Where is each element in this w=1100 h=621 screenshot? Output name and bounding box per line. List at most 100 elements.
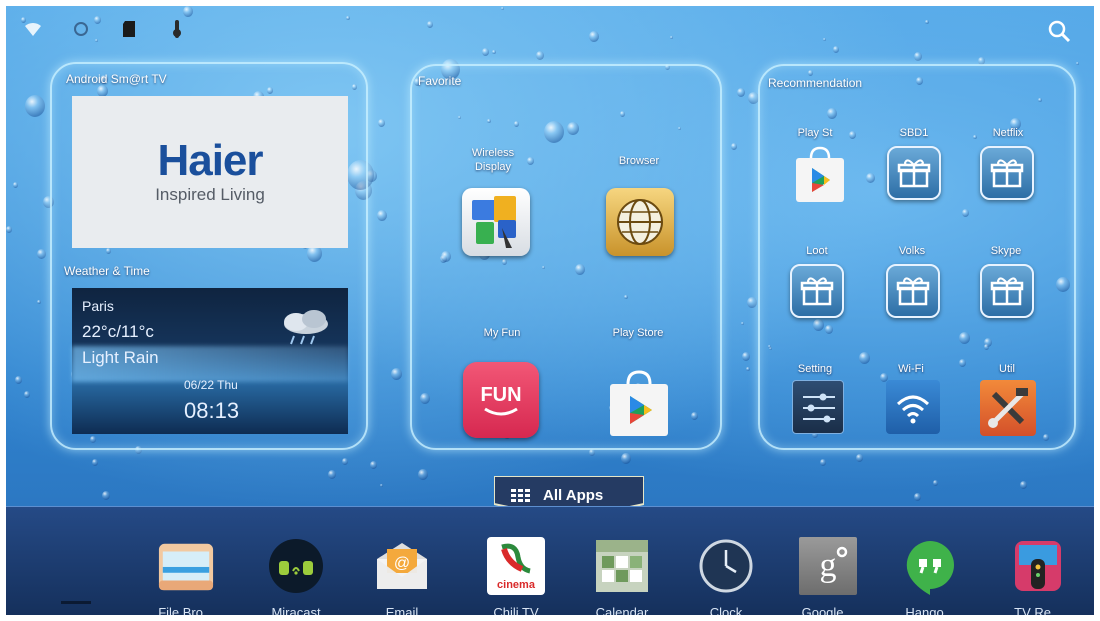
water-drop bbox=[914, 52, 922, 61]
weather-city: Paris bbox=[82, 298, 114, 314]
sd-card-icon bbox=[118, 18, 140, 40]
weather-date: 06/22 Thu bbox=[184, 378, 238, 392]
tools-icon bbox=[980, 380, 1036, 436]
app-label: Volks bbox=[898, 245, 926, 257]
water-drop bbox=[13, 182, 18, 188]
fun-icon: FUN bbox=[463, 362, 539, 438]
water-drop bbox=[370, 461, 377, 469]
chili-tv-icon-text: cinema bbox=[497, 579, 535, 591]
dock-item-miracast[interactable]: Miracast bbox=[256, 537, 336, 615]
app-label: Play St bbox=[797, 127, 833, 139]
wireless-display-icon bbox=[462, 188, 530, 256]
dock-item-hangouts[interactable]: Hango... bbox=[890, 537, 970, 615]
browser-globe-icon bbox=[606, 188, 674, 256]
search-icon[interactable] bbox=[1046, 18, 1072, 44]
google-settings-icon: g bbox=[799, 537, 857, 595]
gift-icon bbox=[790, 264, 844, 318]
all-apps-label: All Apps bbox=[543, 487, 604, 504]
water-drop bbox=[914, 493, 921, 501]
dock-item-email[interactable]: @ Email bbox=[362, 537, 442, 615]
gift-icon bbox=[886, 264, 940, 318]
water-drop bbox=[933, 480, 938, 486]
weather-panel-title: Weather & Time bbox=[64, 264, 150, 278]
water-drop bbox=[1076, 62, 1079, 65]
dock-label: Hango... bbox=[905, 605, 955, 615]
water-drop bbox=[92, 459, 98, 466]
favorite-panel bbox=[410, 64, 722, 450]
email-icon: @ bbox=[373, 537, 431, 595]
water-drop bbox=[183, 6, 193, 17]
water-drop bbox=[328, 470, 336, 479]
water-drop bbox=[6, 226, 12, 233]
water-drop bbox=[501, 7, 504, 10]
grid-icon bbox=[511, 489, 531, 503]
brand-logo: Haier bbox=[157, 136, 263, 185]
water-drop bbox=[377, 210, 387, 221]
hangouts-icon bbox=[901, 537, 959, 595]
google-settings-icon-text: g bbox=[819, 547, 837, 584]
water-drop bbox=[731, 143, 737, 150]
water-drop bbox=[102, 491, 110, 500]
water-drop bbox=[737, 88, 745, 97]
fun-icon-text: FUN bbox=[480, 383, 522, 406]
tv-home-screen: Android Sm@rt TV Haier Inspired Living W… bbox=[6, 6, 1094, 615]
weather-temperature: 22°c/11°c bbox=[82, 322, 154, 341]
wifi-icon bbox=[886, 380, 940, 434]
water-drop bbox=[346, 16, 350, 20]
water-drop bbox=[823, 38, 826, 41]
dock-item-clock[interactable]: Clock bbox=[686, 537, 766, 615]
water-drop bbox=[747, 297, 757, 308]
water-drop bbox=[833, 46, 839, 53]
water-drop bbox=[427, 21, 433, 28]
water-drop bbox=[621, 453, 631, 464]
app-label: Wireless Display bbox=[471, 147, 515, 173]
app-label: SBD1 bbox=[899, 127, 929, 139]
favorite-panel-title: Favorite bbox=[418, 74, 462, 88]
water-drop bbox=[482, 48, 489, 56]
network-icon bbox=[70, 18, 92, 40]
water-drop bbox=[536, 51, 544, 60]
dock-item-calendar[interactable]: Calendar bbox=[582, 537, 662, 615]
rain-cloud-icon bbox=[276, 308, 336, 348]
app-label: Netflix bbox=[992, 127, 1024, 139]
brand-tagline: Inspired Living bbox=[155, 185, 265, 204]
usb-icon bbox=[166, 18, 188, 40]
weather-widget[interactable]: Paris 22°c/11°c Light Rain 06/22 Thu 08:… bbox=[72, 288, 348, 434]
water-drop bbox=[378, 119, 385, 127]
gift-icon bbox=[980, 264, 1034, 318]
water-drop bbox=[37, 300, 41, 304]
dock-item-chili-tv[interactable]: cinema Chili TV bbox=[476, 537, 556, 615]
water-drop bbox=[820, 459, 826, 466]
dock-label: Google... bbox=[801, 605, 855, 615]
water-drop bbox=[15, 376, 22, 384]
dock-item-tv-remote[interactable]: TV Re... bbox=[998, 537, 1078, 615]
dock-label: Calendar bbox=[595, 605, 649, 615]
water-drop bbox=[418, 469, 428, 480]
water-drop bbox=[1020, 481, 1027, 489]
gift-icon bbox=[980, 146, 1034, 200]
water-drop bbox=[37, 249, 46, 259]
status-bar bbox=[22, 18, 188, 40]
water-drop bbox=[25, 95, 45, 117]
water-drop bbox=[589, 449, 595, 456]
app-label: Play Store bbox=[612, 327, 664, 339]
app-label: Skype bbox=[990, 245, 1022, 257]
calendar-icon bbox=[593, 537, 651, 595]
water-drop bbox=[741, 322, 744, 325]
play-store-icon bbox=[604, 368, 674, 438]
app-label: Wi-Fi bbox=[898, 363, 924, 375]
clock-icon bbox=[697, 537, 755, 595]
app-label: Browser bbox=[618, 155, 660, 167]
water-drop bbox=[380, 484, 383, 487]
dock-label: Miracast bbox=[271, 605, 321, 615]
app-label: My Fun bbox=[483, 327, 521, 339]
app-dock: File Bro... Miracast @ Email cinema Chil… bbox=[6, 506, 1094, 615]
water-drop bbox=[746, 367, 750, 371]
water-drop bbox=[670, 36, 673, 39]
dock-item-google-settings[interactable]: g Google... bbox=[788, 537, 868, 615]
play-store-icon bbox=[792, 146, 848, 204]
water-drop bbox=[24, 391, 30, 398]
water-drop bbox=[925, 20, 929, 24]
dock-item-file-browser[interactable]: File Bro... bbox=[146, 537, 226, 615]
brand-card[interactable]: Haier Inspired Living bbox=[72, 96, 348, 248]
